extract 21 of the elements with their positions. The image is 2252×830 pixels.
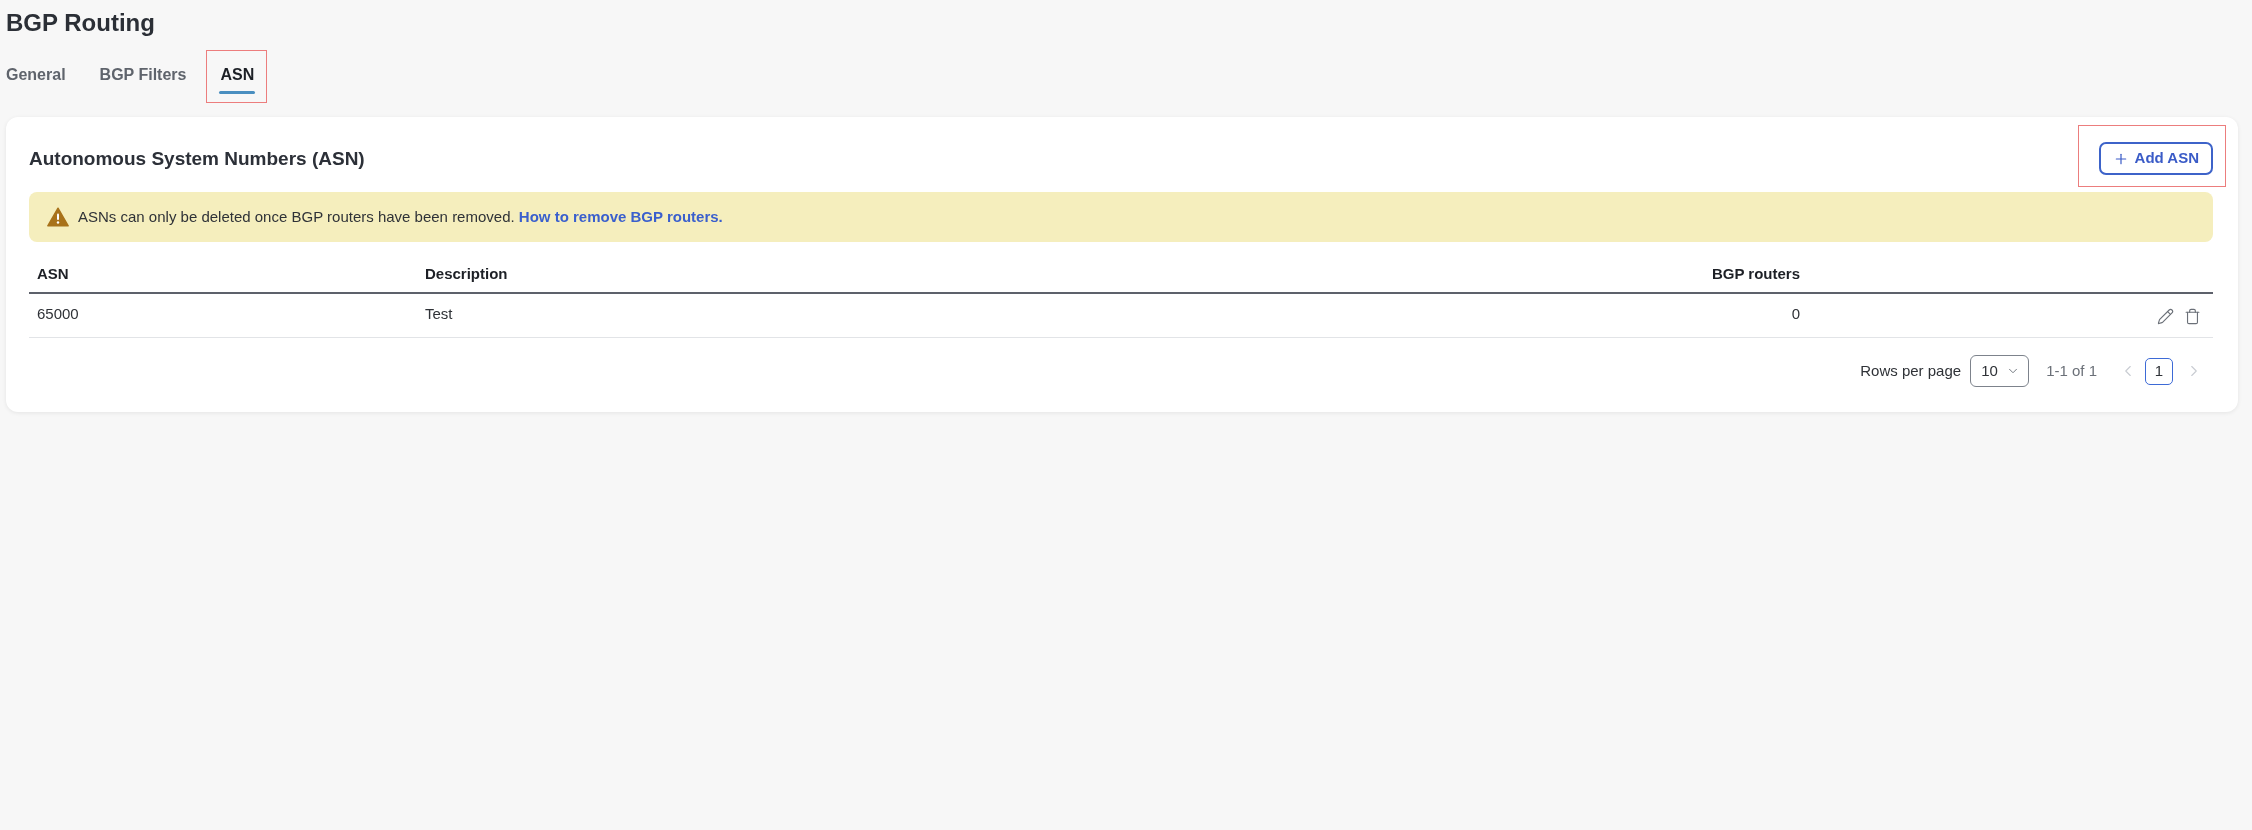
card-title: Autonomous System Numbers (ASN) <box>29 146 365 171</box>
column-header: ASN <box>37 265 69 282</box>
alert-message: ASNs can only be deleted once BGP routers have been removed. How to remove BGP routers. <box>78 206 723 227</box>
table-cell: Test <box>425 305 453 322</box>
tab[interactable]: General <box>6 64 66 94</box>
table-cell: 65000 <box>37 305 79 322</box>
rows-per-page-label: Rows per page <box>1860 360 1962 381</box>
rows-per-page-select[interactable]: 10 <box>1970 355 2030 387</box>
table-cell: 0 <box>1791 305 1800 322</box>
column-header: Description <box>425 265 508 282</box>
tab[interactable]: BGP Filters <box>99 64 187 94</box>
add-asn-button[interactable]: Add ASN <box>2098 142 2213 175</box>
help-link[interactable]: How to remove BGP routers. <box>518 207 723 225</box>
warning-icon <box>47 207 69 227</box>
trash-icon[interactable] <box>2184 308 2201 325</box>
page-number[interactable]: 1 <box>2145 357 2173 385</box>
page-title: BGP Routing <box>6 8 155 38</box>
pencil-icon[interactable] <box>2157 308 2174 325</box>
column-header: BGP routers <box>1711 265 1800 282</box>
tab[interactable]: ASN <box>220 64 255 94</box>
page-range: 1-1 of 1 <box>2046 360 2097 381</box>
